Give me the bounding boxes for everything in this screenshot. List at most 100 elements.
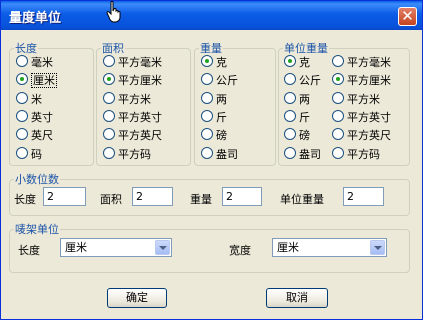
weight-unit-radio[interactable]: 磅 — [201, 127, 227, 142]
unit-weight-mass-radio-label: 克 — [299, 56, 310, 69]
length-unit-radio-label: 毫米 — [31, 56, 53, 69]
unit-weight-area-radio[interactable]: 平方米 — [332, 91, 380, 106]
weight-unit-radio[interactable]: 两 — [201, 91, 227, 106]
radio-circle-icon[interactable] — [201, 146, 213, 159]
unit-weight-mass-radio[interactable]: 公斤 — [284, 72, 321, 87]
radio-circle-icon[interactable] — [332, 55, 344, 67]
radio-circle-icon[interactable] — [201, 128, 213, 141]
decimals-area-input[interactable]: 2 — [132, 187, 173, 206]
unit-weight-mass-radio[interactable]: 盎司 — [284, 146, 321, 161]
weight-unit-radio[interactable]: 克 — [201, 54, 227, 69]
mark-length-value: 厘米 — [65, 241, 87, 254]
radio-circle-icon[interactable] — [103, 109, 115, 122]
radio-circle-icon[interactable] — [201, 55, 213, 67]
radio-circle-icon[interactable] — [332, 128, 344, 141]
length-unit-radio[interactable]: 英尺 — [16, 127, 53, 142]
title-bar[interactable]: 量度单位 ✕ — [1, 1, 422, 30]
weight-unit-radio-label: 斤 — [216, 110, 227, 124]
decimals-length-input[interactable]: 2 — [43, 187, 86, 206]
radio-circle-icon[interactable] — [16, 55, 28, 67]
length-unit-radio[interactable]: 英寸 — [16, 109, 53, 124]
weight-unit-radio-label: 两 — [216, 92, 227, 106]
weight-unit-radio[interactable]: 斤 — [201, 109, 227, 124]
weight-unit-radio-label: 克 — [216, 56, 227, 69]
unit-weight-area-radio-label: 平方英寸 — [347, 110, 391, 124]
radio-circle-icon[interactable] — [332, 109, 344, 122]
unit-weight-mass-radio-label: 斤 — [299, 110, 310, 124]
mark-width-select[interactable]: 厘米 — [272, 238, 387, 257]
decimals-group-legend: 小数位数 — [15, 173, 59, 186]
radio-circle-icon[interactable] — [332, 91, 344, 104]
radio-circle-icon[interactable] — [201, 109, 213, 122]
length-unit-radio[interactable]: 码 — [16, 146, 42, 161]
radio-circle-icon[interactable] — [16, 73, 28, 86]
radio-circle-icon[interactable] — [284, 128, 296, 141]
radio-circle-icon[interactable] — [16, 109, 28, 122]
weight-unit-radio[interactable]: 盎司 — [201, 146, 238, 161]
area-unit-radio[interactable]: 平方码 — [103, 146, 151, 161]
decimals-weight-input[interactable]: 2 — [222, 187, 262, 206]
unit-weight-mass-radio[interactable]: 两 — [284, 91, 310, 106]
unit-weight-area-radio[interactable]: 平方英尺 — [332, 127, 391, 142]
unit-weight-area-radio[interactable]: 平方英寸 — [332, 109, 391, 124]
close-button[interactable]: ✕ — [398, 7, 417, 26]
mark-width-label: 宽度 — [229, 244, 251, 257]
area-unit-radio[interactable]: 平方英寸 — [103, 109, 162, 124]
weight-unit-radio-label: 磅 — [216, 129, 227, 143]
mark-width-value: 厘米 — [277, 241, 299, 254]
ok-button[interactable]: 确定 — [107, 288, 167, 308]
area-unit-radio[interactable]: 平方毫米 — [103, 54, 162, 69]
radio-circle-icon[interactable] — [284, 55, 296, 67]
radio-circle-icon[interactable] — [332, 146, 344, 159]
area-unit-radio[interactable]: 平方米 — [103, 91, 151, 106]
area-unit-radio[interactable]: 平方英尺 — [103, 127, 162, 142]
unit-weight-area-radio[interactable]: 平方码 — [332, 146, 380, 161]
length-unit-radio[interactable]: 厘米 — [16, 72, 57, 89]
length-unit-radio[interactable]: 毫米 — [16, 54, 53, 69]
length-unit-radio[interactable]: 米 — [16, 91, 42, 106]
radio-circle-icon[interactable] — [201, 91, 213, 104]
area-unit-radio-label: 平方厘米 — [118, 74, 162, 88]
unit-weight-area-radio[interactable]: 平方厘米 — [332, 72, 391, 87]
radio-circle-icon[interactable] — [16, 128, 28, 141]
radio-circle-icon[interactable] — [16, 146, 28, 159]
area-unit-radio-label: 平方米 — [118, 92, 151, 106]
dialog-window: 量度单位 ✕ 长度 毫米 厘米米英寸 英尺码 面积 平方毫米 平方厘米 平方米 平方英寸平… — [0, 0, 423, 320]
radio-circle-icon[interactable] — [103, 73, 115, 86]
decimals-unit-weight-label: 单位重量 — [280, 193, 324, 206]
decimals-weight-label: 重量 — [190, 193, 212, 206]
chevron-down-icon[interactable] — [370, 240, 385, 255]
radio-circle-icon[interactable] — [284, 73, 296, 86]
radio-circle-icon[interactable] — [284, 91, 296, 104]
radio-circle-icon[interactable] — [332, 73, 344, 86]
weight-unit-radio-label: 公斤 — [216, 74, 238, 88]
cancel-button[interactable]: 取消 — [266, 288, 328, 308]
unit-weight-area-radio[interactable]: 平方毫米 — [332, 54, 391, 69]
length-unit-radio-label: 英寸 — [31, 110, 53, 124]
weight-unit-radio[interactable]: 公斤 — [201, 72, 238, 87]
weight-unit-radio-label: 盎司 — [216, 147, 238, 161]
area-unit-radio[interactable]: 平方厘米 — [103, 72, 162, 87]
radio-circle-icon[interactable] — [201, 73, 213, 86]
radio-circle-icon[interactable] — [103, 146, 115, 159]
unit-weight-mass-radio[interactable]: 磅 — [284, 127, 310, 142]
chevron-down-icon[interactable] — [155, 240, 170, 255]
radio-circle-icon[interactable] — [284, 146, 296, 159]
unit-weight-area-radio-label: 平方厘米 — [347, 74, 391, 88]
radio-circle-icon[interactable] — [16, 91, 28, 104]
radio-circle-icon[interactable] — [103, 128, 115, 141]
area-unit-radio-label: 平方英尺 — [118, 129, 162, 143]
unit-weight-mass-radio[interactable]: 克 — [284, 54, 310, 69]
mark-unit-group-legend: 唛架单位 — [15, 223, 59, 236]
area-unit-radio-label: 平方码 — [118, 147, 151, 161]
decimals-unit-weight-input[interactable]: 2 — [343, 187, 384, 206]
unit-weight-mass-radio[interactable]: 斤 — [284, 109, 310, 124]
mark-length-select[interactable]: 厘米 — [60, 238, 172, 257]
length-unit-radio-label: 英尺 — [31, 129, 53, 143]
radio-circle-icon[interactable] — [103, 91, 115, 104]
length-unit-radio-label: 码 — [31, 147, 42, 161]
unit-weight-mass-radio-label: 两 — [299, 92, 310, 106]
radio-circle-icon[interactable] — [284, 109, 296, 122]
unit-weight-mass-radio-label: 磅 — [299, 129, 310, 143]
radio-circle-icon[interactable] — [103, 55, 115, 67]
